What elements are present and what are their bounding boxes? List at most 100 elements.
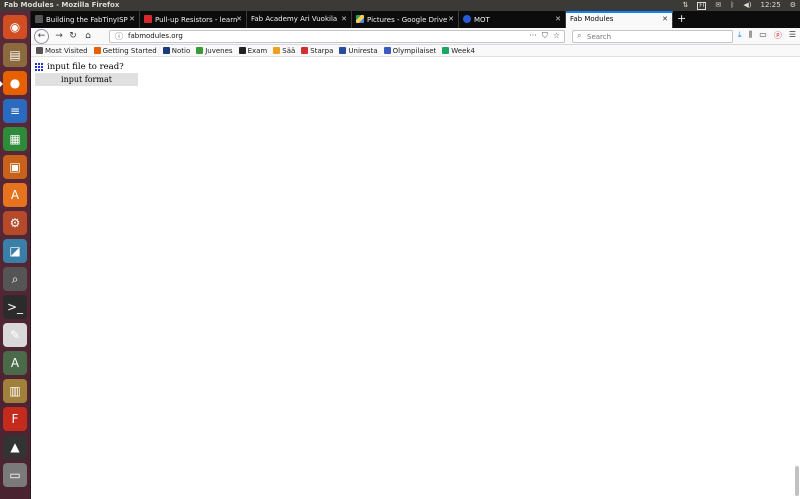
close-tab-icon[interactable]: ✕ (341, 15, 347, 23)
tab-google-drive[interactable]: Pictures - Google Drive ✕ (352, 11, 459, 28)
dash-launcher-icon[interactable]: ◉ (3, 15, 27, 39)
bookmark-item[interactable]: Juvenes (196, 47, 233, 55)
system-top-panel: Fab Modules - Mozilla Firefox ⇅ FI ✉ ᛒ ◀… (0, 0, 800, 11)
tab-pullup-resistors[interactable]: Pull-up Resistors - learn ✕ (140, 11, 247, 28)
page-content: input file to read? input format (31, 58, 800, 499)
inkscape-launcher-icon[interactable]: ▲ (3, 435, 27, 459)
window-title: Fab Modules - Mozilla Firefox (4, 1, 120, 9)
updown-arrows-icon[interactable]: ⇅ (682, 0, 688, 11)
bookmark-item[interactable]: Olympilaiset (383, 46, 437, 55)
bookmark-label: Uniresta (348, 46, 378, 55)
tab-label: Pull-up Resistors - learn (155, 16, 238, 24)
settings-launcher-icon[interactable]: ⚙ (3, 211, 27, 235)
bookmarks-toolbar: Most Visited Getting Started Notio Juvenes E… (31, 45, 800, 57)
close-tab-icon[interactable]: ✕ (662, 15, 668, 23)
page-actions-icon[interactable]: ··· (529, 31, 537, 41)
close-tab-icon[interactable]: ✕ (555, 15, 561, 23)
trash-launcher-icon[interactable]: ▭ (3, 463, 27, 487)
reload-button[interactable]: ↻ (66, 30, 80, 43)
site-info-icon[interactable]: ⓘ (115, 31, 123, 42)
bluetooth-icon[interactable]: ᛒ (730, 0, 734, 11)
firefox-launcher-icon[interactable]: ● (0, 71, 27, 95)
magnifier-launcher-icon[interactable]: ⌕ (3, 267, 27, 291)
bookmark-item[interactable]: Sää (273, 47, 295, 55)
keyboard-layout-indicator[interactable]: FI (697, 1, 707, 10)
pocket-icon[interactable]: ⛉ (542, 31, 548, 41)
archive-launcher-icon[interactable]: ▥ (3, 379, 27, 403)
close-tab-icon[interactable]: ✕ (448, 15, 454, 23)
bookmark-label: Week4 (451, 46, 475, 55)
address-bar-actions: ··· ⛉ ☆ (529, 31, 560, 41)
address-bar[interactable]: ⓘ fabmodules.org ··· ⛉ ☆ (109, 30, 565, 43)
mail-icon[interactable]: ✉ (715, 0, 721, 11)
clock[interactable]: 12:25 (761, 0, 781, 11)
tab-building-fabtinyisp[interactable]: Building the FabTinyISP ✕ (31, 11, 140, 28)
exam-icon (238, 47, 246, 54)
calc-launcher-icon[interactable]: ▦ (3, 127, 27, 151)
toolbar-icons: ⤓ ⫼ ▭ ⓟ ☰ (738, 30, 796, 41)
menu-icon[interactable]: ☰ (789, 30, 796, 41)
downloads-icon[interactable]: ⤓ (738, 30, 742, 41)
bookmark-label: Sää (282, 46, 296, 55)
filezilla-launcher-icon[interactable]: F (3, 407, 27, 431)
input-file-prompt: input file to read? (35, 62, 124, 72)
olympics-icon (383, 47, 391, 54)
library-icon[interactable]: ⫼ (749, 30, 753, 41)
tab-fab-modules[interactable]: Fab Modules ✕ (566, 11, 673, 28)
writer-launcher-icon[interactable]: ≡ (3, 99, 27, 123)
gear-icon (36, 47, 43, 54)
firefox-icon (93, 47, 101, 54)
bookmark-label: Olympilaiset (392, 46, 437, 55)
bookmark-item[interactable]: Getting Started (93, 46, 157, 55)
fab-modules-logo-icon (35, 62, 44, 72)
url-text[interactable]: fabmodules.org (128, 32, 183, 40)
close-tab-icon[interactable]: ✕ (129, 15, 135, 23)
bookmark-item[interactable]: Week4 (442, 47, 475, 55)
weather-icon (273, 47, 281, 54)
forward-button[interactable]: → (52, 30, 66, 43)
monitor-launcher-icon[interactable]: ◪ (3, 239, 27, 263)
search-bar[interactable]: ⌕ (572, 30, 733, 43)
bookmark-label: Notio (171, 46, 191, 55)
power-icon[interactable]: ⚙ (790, 0, 796, 11)
new-tab-button[interactable]: + (677, 12, 686, 25)
sidebar-icon[interactable]: ▭ (759, 30, 767, 41)
tab-label: Pictures - Google Drive (367, 16, 448, 24)
input-format-button[interactable]: input format (35, 73, 138, 86)
bookmark-item[interactable]: Exam (238, 46, 268, 55)
mot-icon (463, 15, 471, 23)
juvenes-icon (196, 47, 204, 54)
launcher: ◉ ▤ ● ≡ ▦ ▣ A ⚙ ◪ ⌕ >_ ✎ A ▥ F ▲ ▭ (0, 11, 31, 499)
software-launcher-icon[interactable]: A (3, 183, 27, 207)
back-button[interactable]: ← (34, 29, 49, 44)
updater-launcher-icon[interactable]: A (3, 351, 27, 375)
tab-fab-academy[interactable]: Fab Academy Ari Vuokila ✕ (247, 11, 352, 28)
pinterest-icon[interactable]: ⓟ (774, 30, 782, 41)
editor-launcher-icon[interactable]: ✎ (3, 323, 27, 347)
bookmark-item[interactable]: Starpa (301, 47, 333, 55)
bookmark-label: Most Visited (45, 46, 88, 55)
google-drive-icon (356, 15, 364, 23)
terminal-launcher-icon[interactable]: >_ (3, 295, 27, 319)
bookmark-star-icon[interactable]: ☆ (553, 31, 560, 41)
bookmark-item[interactable]: Notio (162, 46, 191, 55)
tab-label: MOT (474, 16, 490, 24)
tab-label: Building the FabTinyISP (46, 16, 128, 24)
scrollbar-thumb[interactable] (795, 466, 799, 496)
home-button[interactable]: ⌂ (81, 30, 95, 43)
bookmark-item[interactable]: Uniresta (339, 46, 378, 55)
impress-launcher-icon[interactable]: ▣ (3, 155, 27, 179)
bookmark-label: Getting Started (102, 46, 157, 55)
tab-mot[interactable]: MOT ✕ (459, 11, 566, 28)
tab-label: Fab Modules (570, 15, 614, 23)
starpa-icon (301, 47, 309, 54)
bookmark-item[interactable]: Most Visited (36, 47, 88, 55)
volume-icon[interactable]: ◀) (743, 0, 751, 11)
drive-icon (442, 47, 450, 54)
search-icon: ⌕ (577, 31, 582, 40)
search-input[interactable] (587, 32, 727, 42)
close-tab-icon[interactable]: ✕ (236, 15, 242, 23)
files-launcher-icon[interactable]: ▤ (3, 43, 27, 67)
bookmark-label: Starpa (310, 46, 334, 55)
bookmark-label: Exam (247, 46, 268, 55)
